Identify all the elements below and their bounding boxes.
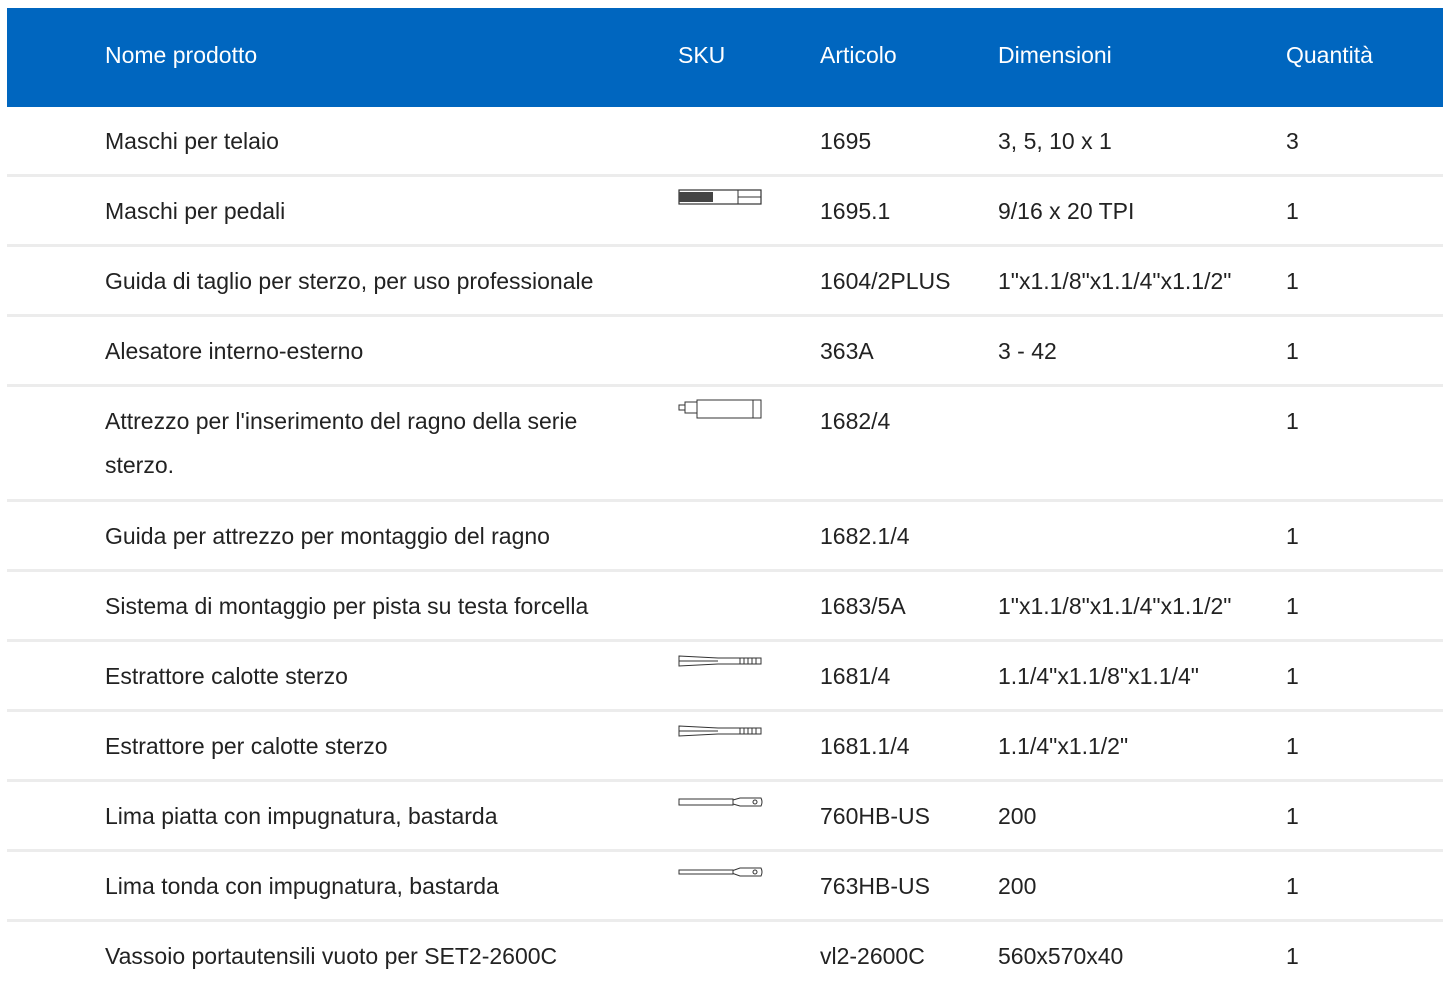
dimensions-value: 200 [998,873,1037,899]
table-row: Estrattore calotte sterzo 1681/4 1.1/4"x1.… [7,642,1443,712]
article-code: 1681.1/4 [820,733,910,759]
article-code: 1682/4 [820,408,891,434]
quantity-value: 1 [1286,408,1299,434]
article-code: 1681/4 [820,663,891,689]
dimensions-value: 9/16 x 20 TPI [998,198,1135,224]
article-code: 763HB-US [820,873,930,899]
product-table: Nome prodotto SKU Articolo Dimensioni Qu… [7,8,1443,992]
extractor-icon[interactable] [678,652,764,676]
insert-tool-icon[interactable] [678,397,764,421]
article-code: 363A [820,338,874,364]
header-dimensions[interactable]: Dimensioni [998,41,1112,69]
article-code: 1695.1 [820,198,891,224]
article-code: 760HB-US [820,803,930,829]
dimensions-value: 1.1/4"x1.1/8"x1.1/4" [998,663,1199,689]
table-row: Maschi per pedali 1695.1 9/16 x 20 TPI 1 [7,177,1443,247]
quantity-value: 1 [1286,803,1299,829]
table-row: Attrezzo per l'inserimento del ragno del… [7,387,1443,502]
quantity-value: 1 [1286,733,1299,759]
product-name[interactable]: Guida di taglio per sterzo, per uso prof… [105,259,645,303]
header-article[interactable]: Articolo [820,41,897,69]
quantity-value: 1 [1286,663,1299,689]
article-code: vl2-2600C [820,943,925,969]
product-name[interactable]: Guida per attrezzo per montaggio del rag… [105,514,645,558]
tap-icon[interactable] [678,187,764,211]
dimensions-value: 1"x1.1/8"x1.1/4"x1.1/2" [998,593,1232,619]
table-row: Sistema di montaggio per pista su testa … [7,572,1443,642]
quantity-value: 1 [1286,943,1299,969]
product-name[interactable]: Alesatore interno-esterno [105,329,645,373]
quantity-value: 3 [1286,128,1299,154]
article-code: 1604/2PLUS [820,268,951,294]
table-row: Lima piatta con impugnatura, bastarda 760… [7,782,1443,852]
product-name[interactable]: Lima tonda con impugnatura, bastarda [105,864,645,908]
header-sku[interactable]: SKU [678,41,725,69]
quantity-value: 1 [1286,523,1299,549]
table-row: Alesatore interno-esterno 363A 3 - 42 1 [7,317,1443,387]
product-name[interactable]: Vassoio portautensili vuoto per SET2-260… [105,934,645,978]
table-row: Lima tonda con impugnatura, bastarda 763H… [7,852,1443,922]
dimensions-value: 200 [998,803,1037,829]
round-file-icon[interactable] [678,862,764,886]
quantity-value: 1 [1286,198,1299,224]
product-name[interactable]: Attrezzo per l'inserimento del ragno del… [105,399,645,487]
product-name[interactable]: Sistema di montaggio per pista su testa … [105,584,645,628]
table-header: Nome prodotto SKU Articolo Dimensioni Qu… [7,8,1443,107]
quantity-value: 1 [1286,338,1299,364]
table-body: Maschi per telaio 1695 3, 5, 10 x 1 3 Maschi… [7,107,1443,992]
extractor-icon[interactable] [678,722,764,746]
product-name[interactable]: Maschi per pedali [105,189,645,233]
product-name[interactable]: Lima piatta con impugnatura, bastarda [105,794,645,838]
product-name[interactable]: Estrattore calotte sterzo [105,654,645,698]
table-row: Guida per attrezzo per montaggio del rag… [7,502,1443,572]
dimensions-value: 1"x1.1/8"x1.1/4"x1.1/2" [998,268,1232,294]
table-row: Maschi per telaio 1695 3, 5, 10 x 1 3 [7,107,1443,177]
dimensions-value: 3, 5, 10 x 1 [998,128,1112,154]
article-code: 1683/5A [820,593,906,619]
table-row: Estrattore per calotte sterzo 1681.1/4 1.1… [7,712,1443,782]
table-row: Guida di taglio per sterzo, per uso prof… [7,247,1443,317]
quantity-value: 1 [1286,593,1299,619]
header-quantity[interactable]: Quantità [1286,41,1373,69]
dimensions-value: 1.1/4"x1.1/2" [998,733,1129,759]
dimensions-value: 3 - 42 [998,338,1057,364]
dimensions-value: 560x570x40 [998,943,1124,969]
flat-file-icon[interactable] [678,792,764,816]
quantity-value: 1 [1286,268,1299,294]
article-code: 1682.1/4 [820,523,910,549]
table-row: Vassoio portautensili vuoto per SET2-260… [7,922,1443,992]
product-name[interactable]: Estrattore per calotte sterzo [105,724,645,768]
header-name[interactable]: Nome prodotto [105,41,257,69]
article-code: 1695 [820,128,872,154]
quantity-value: 1 [1286,873,1299,899]
product-name[interactable]: Maschi per telaio [105,119,645,163]
